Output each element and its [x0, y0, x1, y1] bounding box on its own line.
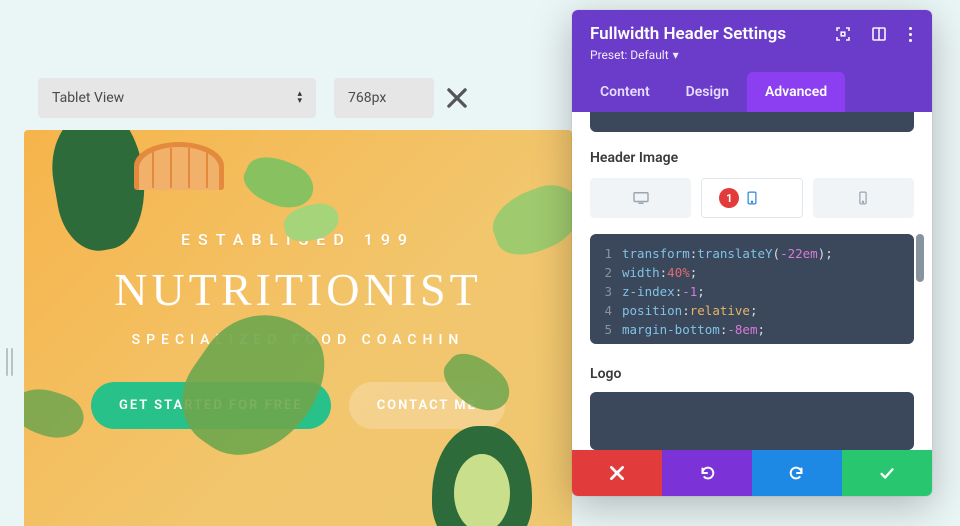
css-code-editor[interactable]: 1 transform:translateY(-22em); 2 width:4…: [590, 234, 914, 344]
panel-title: Fullwidth Header Settings: [590, 24, 786, 44]
tab-design[interactable]: Design: [668, 72, 747, 112]
leaf-decor: [162, 289, 346, 481]
undo-button[interactable]: [662, 450, 752, 496]
notification-badge: 1: [719, 188, 739, 208]
preview-resize-handle[interactable]: [6, 348, 18, 376]
avocado-decor: [432, 426, 532, 526]
section-label-header-image: Header Image: [590, 150, 914, 166]
section-label-logo: Logo: [590, 366, 914, 382]
preset-label: Preset: Default: [590, 48, 669, 62]
panel-tabs: Content Design Advanced: [572, 72, 932, 112]
layout-icon[interactable]: [871, 26, 887, 42]
redo-button[interactable]: [752, 450, 842, 496]
logo-code-editor[interactable]: [590, 392, 914, 450]
discard-button[interactable]: [572, 450, 662, 496]
focus-icon[interactable]: [835, 26, 851, 42]
scrollbar-thumb[interactable]: [916, 234, 924, 282]
view-mode-label: Tablet View: [52, 90, 124, 106]
settings-panel: Fullwidth Header Settings Preset: D: [572, 10, 932, 496]
tab-advanced[interactable]: Advanced: [747, 72, 845, 112]
panel-action-bar: [572, 450, 932, 496]
select-chevrons-icon: ▴▾: [297, 91, 302, 105]
preview-width-input[interactable]: 768px: [334, 78, 434, 118]
preset-dropdown[interactable]: Preset: Default ▾: [590, 48, 914, 62]
view-mode-select[interactable]: Tablet View ▴▾: [38, 78, 316, 118]
kebab-menu-icon[interactable]: [907, 25, 914, 44]
chevron-down-icon: ▾: [673, 48, 679, 62]
device-phone-button[interactable]: [813, 178, 914, 218]
leaf-decor: [484, 176, 572, 263]
save-button[interactable]: [842, 450, 932, 496]
clear-width-button[interactable]: [444, 85, 470, 111]
hero-brand: NUTRITIONIST: [24, 263, 572, 316]
device-tablet-button[interactable]: 1: [701, 178, 802, 218]
preview-width-value: 768px: [348, 90, 386, 106]
preview-canvas[interactable]: ESTABLISED 199 NUTRITIONIST SPECIALIZED …: [24, 130, 572, 526]
collapsed-code-block[interactable]: [590, 112, 914, 132]
panel-body[interactable]: Header Image 1 1 transfor: [572, 112, 932, 450]
hero-section: ESTABLISED 199 NUTRITIONIST SPECIALIZED …: [24, 130, 572, 526]
device-desktop-button[interactable]: [590, 178, 691, 218]
orange-decor: [134, 142, 224, 190]
tab-content[interactable]: Content: [582, 72, 668, 112]
